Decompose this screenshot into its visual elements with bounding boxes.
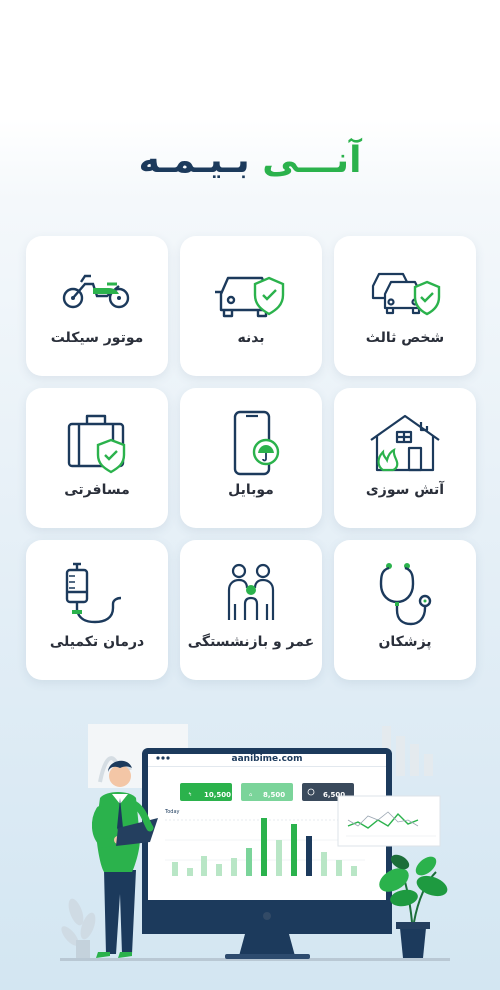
service-card-doctors[interactable]: پزشکان [334,540,476,680]
iv-drip-icon [65,562,122,624]
service-label: مسافرتی [64,482,130,498]
logo-word-second: بـیـمـه [138,140,250,181]
monitor: aanibime.com 10,500 ↰ 8,500 ⌂ 6,500 Toda… [142,748,392,959]
service-card-car-body[interactable]: بدنه [180,236,322,376]
car-insurance-icon [215,276,285,318]
service-label: شخص ثالث [365,330,445,346]
service-label: پزشکان [378,634,432,650]
service-card-life[interactable]: عمر و بازنشستگی [180,540,322,680]
service-card-travel[interactable]: مسافرتی [26,388,168,528]
service-label: بدنه [237,330,265,346]
service-label: آتش سوزی [365,482,445,498]
svg-text:⌂: ⌂ [249,792,252,798]
suitcase-shield-icon [67,414,126,474]
motorcycle-icon [62,274,130,309]
service-label: موتور سیکلت [50,330,144,346]
background-plant [61,898,96,958]
house-fire-icon [370,414,440,472]
stat-value: 10,500 [204,791,231,799]
service-card-third-party[interactable]: شخص ثالث [334,236,476,376]
car-shield-icon [371,272,441,316]
svg-text:↰: ↰ [188,792,192,798]
hero-illustration: aanibime.com 10,500 ↰ 8,500 ⌂ 6,500 Toda… [60,724,450,961]
stethoscope-icon [379,563,432,626]
stat-value: 8,500 [263,791,285,799]
service-card-fire[interactable]: آتش سوزی [334,388,476,528]
app-logo: آنـــی بـیـمـه [0,140,500,181]
service-label: درمان تکمیلی [49,634,145,650]
service-label: موبایل [228,482,274,498]
service-card-motorcycle[interactable]: موتور سیکلت [26,236,168,376]
services-grid: شخص ثالث بدنه موتور سیکلت آتش سوزی موبای… [26,236,476,680]
mobile-umbrella-icon [233,410,280,476]
service-card-supplementary[interactable]: درمان تکمیلی [26,540,168,680]
service-card-mobile[interactable]: موبایل [180,388,322,528]
service-label: عمر و بازنشستگی [187,634,315,650]
site-url: aanibime.com [232,754,303,764]
family-icon [227,563,275,620]
floating-line-chart [337,795,441,847]
logo-word-first: آنـــی [262,140,362,181]
chart-caption: Today [164,809,180,815]
